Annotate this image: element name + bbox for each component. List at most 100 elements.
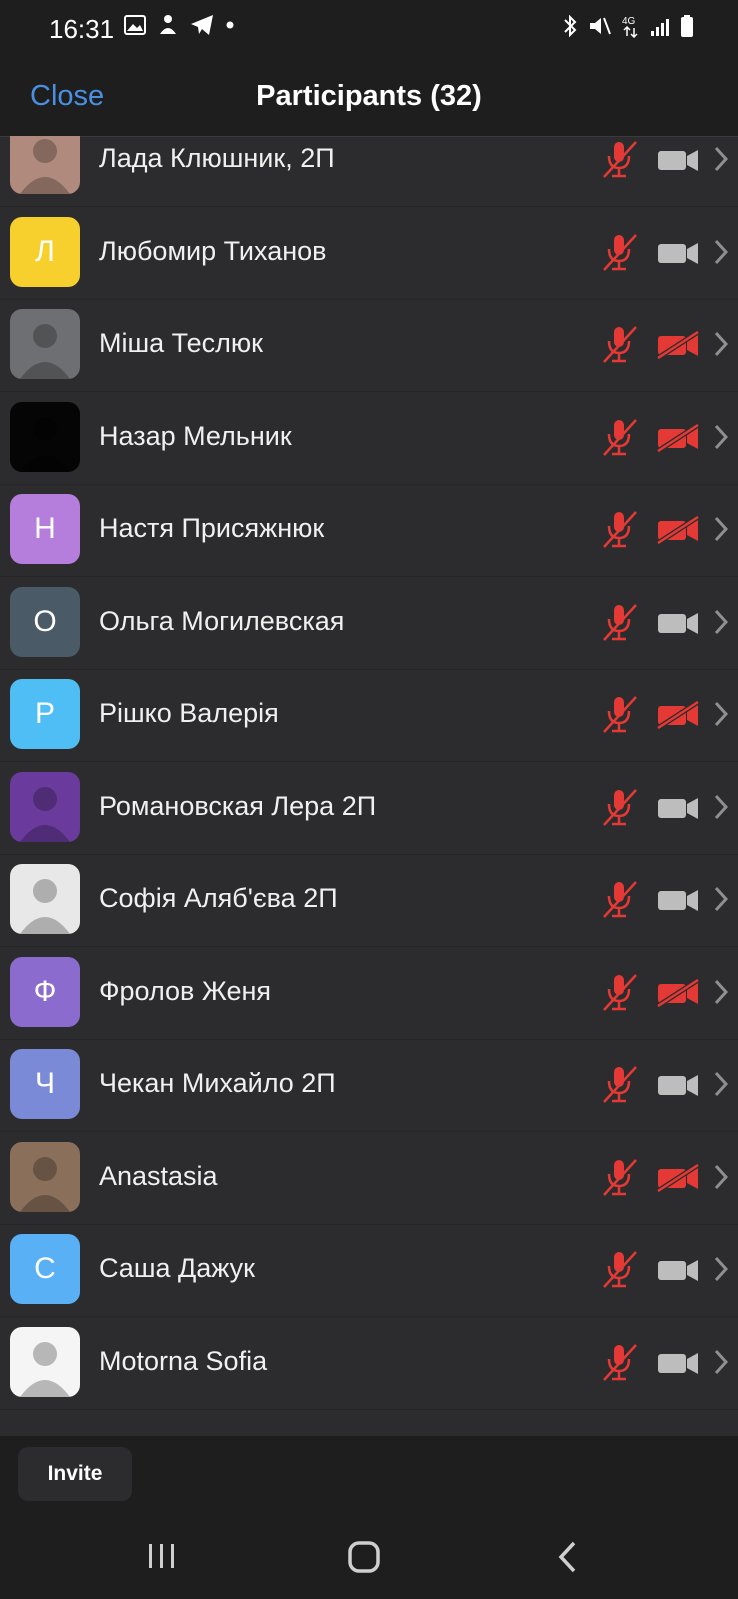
chevron-right-icon[interactable] xyxy=(713,978,729,1006)
mic-muted-icon xyxy=(603,233,637,271)
participant-name: Motorna Sofia xyxy=(99,1345,268,1376)
back-icon[interactable] xyxy=(556,1540,580,1574)
camera-off-icon xyxy=(657,331,699,359)
participant-row[interactable]: Motorna Sofia xyxy=(0,1315,738,1410)
chevron-right-icon[interactable] xyxy=(713,515,729,543)
participant-row[interactable]: Романовская Лера 2П xyxy=(0,760,738,855)
chevron-right-icon[interactable] xyxy=(713,608,729,636)
participant-name: Назар Мельник xyxy=(99,420,292,451)
chevron-right-icon[interactable] xyxy=(713,1070,729,1098)
chevron-right-icon[interactable] xyxy=(713,1348,729,1376)
telegram-icon xyxy=(191,15,213,35)
lte-icon: 4G xyxy=(622,16,638,38)
page-title: Participants (32) xyxy=(256,80,482,112)
avatar: О xyxy=(10,586,80,657)
participant-name: Фролов Женя xyxy=(99,975,272,1006)
participant-row[interactable]: Р Рішко Валерія xyxy=(0,667,738,762)
avatar xyxy=(10,771,80,842)
participant-name: Ольга Могилевская xyxy=(99,605,345,636)
camera-icon xyxy=(658,1075,698,1096)
avatar xyxy=(10,1141,80,1212)
bluetooth-icon xyxy=(564,14,577,38)
avatar: Ч xyxy=(10,1049,80,1119)
chevron-right-icon[interactable] xyxy=(713,238,729,266)
mic-muted-icon xyxy=(603,603,637,641)
camera-off-icon xyxy=(657,978,699,1007)
home-icon[interactable] xyxy=(347,1540,381,1574)
camera-off-icon xyxy=(657,423,699,452)
bottom-bar: Invite xyxy=(0,1436,738,1516)
mic-muted-icon xyxy=(603,326,637,363)
participant-name: Рішко Валерія xyxy=(99,698,279,728)
participant-name: Саша Дажук xyxy=(99,1253,255,1283)
avatar xyxy=(10,309,80,379)
chevron-right-icon[interactable] xyxy=(713,145,729,173)
participant-name: Міша Теслюк xyxy=(99,328,263,358)
participant-list[interactable]: Лада Клюшник, 2П Л Любомир Тиханов Міша Тес… xyxy=(0,136,738,1436)
avatar xyxy=(10,136,80,194)
chevron-right-icon[interactable] xyxy=(713,793,729,821)
chevron-right-icon[interactable] xyxy=(713,423,729,451)
chevron-right-icon[interactable] xyxy=(713,330,729,358)
participant-name: Романовская Лера 2П xyxy=(99,790,377,821)
mic-muted-icon xyxy=(603,881,637,918)
camera-icon xyxy=(658,612,698,634)
participant-row[interactable]: Софія Аляб'єва 2П xyxy=(0,852,738,947)
participant-name: Софія Аляб'єва 2П xyxy=(99,883,338,913)
header: Close Participants (32) xyxy=(0,58,738,137)
mic-muted-icon xyxy=(603,973,637,1011)
avatar: Л xyxy=(10,216,80,287)
avatar xyxy=(10,864,80,934)
mic-muted-icon xyxy=(603,141,637,178)
camera-icon xyxy=(658,797,698,819)
participant-row[interactable]: О Ольга Могилевская xyxy=(0,575,738,670)
participant-row[interactable]: Назар Мельник xyxy=(0,390,738,485)
participant-row[interactable]: Anastasia xyxy=(0,1130,738,1225)
camera-off-icon xyxy=(657,1163,699,1192)
avatar: Ф xyxy=(10,956,80,1027)
participant-name: Чекан Михайло 2П xyxy=(99,1068,336,1098)
participant-row[interactable]: Ч Чекан Михайло 2П xyxy=(0,1037,738,1132)
invite-button[interactable]: Invite xyxy=(18,1447,132,1501)
mic-muted-icon xyxy=(603,1251,637,1288)
avatar: Р xyxy=(10,679,80,749)
mic-muted-icon xyxy=(603,1066,637,1103)
chevron-right-icon[interactable] xyxy=(713,700,729,728)
app-icon xyxy=(160,15,176,34)
camera-off-icon xyxy=(657,701,699,729)
participant-name: Anastasia xyxy=(99,1160,218,1191)
avatar xyxy=(10,401,80,472)
participant-name: Лада Клюшник, 2П xyxy=(99,143,335,173)
participant-row[interactable]: Н Настя Присяжнюк xyxy=(0,482,738,577)
system-nav-bar xyxy=(0,1516,738,1599)
participant-row[interactable]: Міша Теслюк xyxy=(0,297,738,392)
camera-off-icon xyxy=(657,516,699,544)
dot-icon xyxy=(226,21,234,29)
svg-text:4G: 4G xyxy=(622,16,636,27)
chevron-right-icon[interactable] xyxy=(713,885,729,913)
camera-icon xyxy=(658,1352,698,1374)
camera-icon xyxy=(658,1260,698,1281)
camera-icon xyxy=(658,150,698,171)
chevron-right-icon[interactable] xyxy=(713,1163,729,1191)
mic-muted-icon xyxy=(603,696,637,733)
participant-row[interactable]: Лада Клюшник, 2П xyxy=(0,136,738,207)
avatar: Н xyxy=(10,494,80,564)
camera-icon xyxy=(658,890,698,911)
participant-name: Любомир Тиханов xyxy=(99,235,327,266)
mic-muted-icon xyxy=(603,511,637,548)
camera-icon xyxy=(658,242,698,264)
avatar xyxy=(10,1326,80,1397)
recent-apps-icon[interactable] xyxy=(146,1540,178,1572)
participant-row[interactable]: Л Любомир Тиханов xyxy=(0,205,738,300)
status-bar: 16:31 4G xyxy=(0,0,738,58)
signal-icon xyxy=(651,19,669,36)
mute-icon xyxy=(590,17,611,35)
mic-muted-icon xyxy=(603,788,637,826)
chevron-right-icon[interactable] xyxy=(713,1255,729,1283)
battery-icon xyxy=(681,15,693,37)
participant-row[interactable]: Ф Фролов Женя xyxy=(0,945,738,1040)
participant-row[interactable]: С Саша Дажук xyxy=(0,1222,738,1317)
mic-muted-icon xyxy=(603,1343,637,1381)
status-time: 16:31 xyxy=(49,14,115,44)
